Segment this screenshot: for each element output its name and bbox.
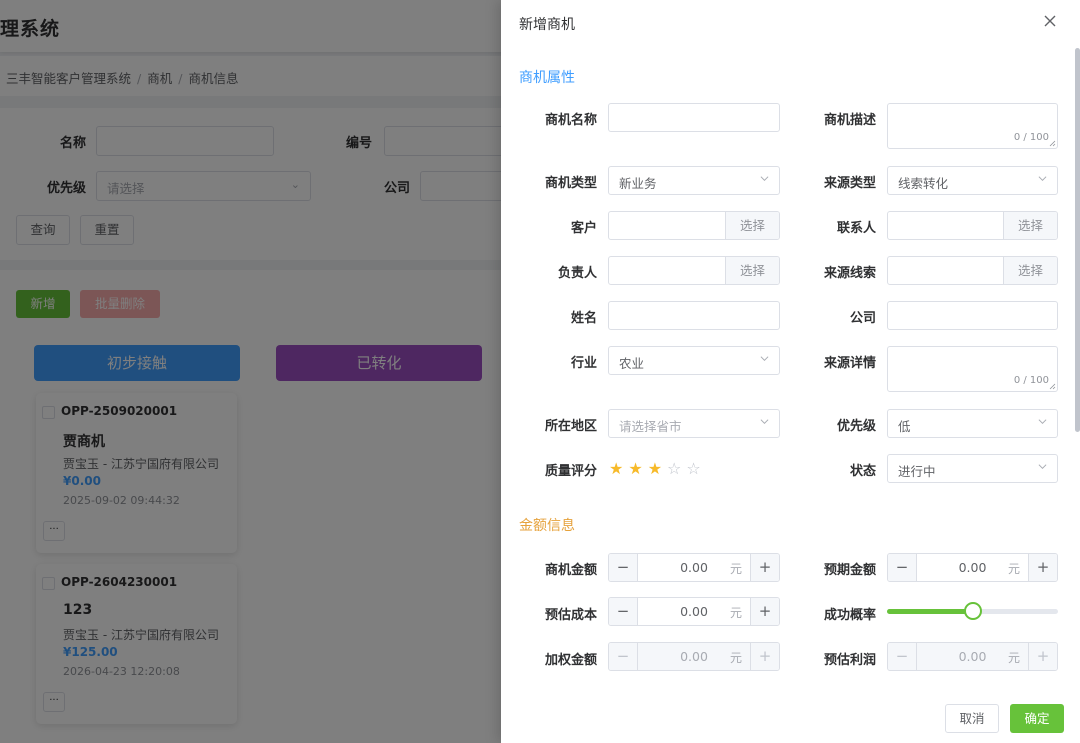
company-input[interactable] xyxy=(887,301,1058,330)
unit-label: 元 xyxy=(729,606,742,620)
customer-label: 客户 xyxy=(570,221,597,236)
close-icon[interactable] xyxy=(1041,12,1059,30)
unit-label: 元 xyxy=(1007,562,1020,576)
chevron-down-icon xyxy=(760,356,769,362)
contact-label: 联系人 xyxy=(836,221,876,236)
est-profit-label: 预估利润 xyxy=(823,653,876,668)
source-lead-label: 来源线索 xyxy=(823,266,876,281)
chevron-down-icon xyxy=(1038,464,1047,470)
opp-type-label: 商机类型 xyxy=(544,176,597,191)
source-type-value: 线索转化 xyxy=(898,176,949,191)
owner-select-button[interactable]: 选择 xyxy=(725,257,779,284)
source-type-label: 来源类型 xyxy=(823,176,876,191)
cancel-button[interactable]: 取消 xyxy=(945,704,999,733)
source-lead-select-button[interactable]: 选择 xyxy=(1003,257,1057,284)
increment-button[interactable]: + xyxy=(750,598,779,625)
chevron-down-icon xyxy=(760,176,769,182)
decrement-button[interactable]: − xyxy=(609,598,638,625)
unit-label: 元 xyxy=(1007,651,1020,665)
resize-grip-icon[interactable] xyxy=(1049,383,1056,390)
region-label: 所在地区 xyxy=(544,419,597,434)
chevron-down-icon xyxy=(760,419,769,425)
star-filled-icon[interactable]: ★ xyxy=(648,459,667,478)
increment-button: + xyxy=(750,643,779,670)
success-rate-slider[interactable] xyxy=(887,602,1058,620)
weighted-amount-label: 加权金额 xyxy=(544,653,597,668)
star-filled-icon[interactable]: ★ xyxy=(609,459,628,478)
expected-amount-label: 预期金额 xyxy=(823,563,876,578)
opp-name-input[interactable] xyxy=(608,103,780,132)
contact-picker[interactable]: 选择 xyxy=(887,211,1058,240)
est-cost-label: 预估成本 xyxy=(544,608,597,623)
priority-value: 低 xyxy=(898,419,911,434)
customer-picker[interactable]: 选择 xyxy=(608,211,780,240)
industry-value: 农业 xyxy=(619,356,645,371)
region-placeholder: 请选择省市 xyxy=(619,419,682,434)
star-filled-icon[interactable]: ★ xyxy=(628,459,647,478)
chevron-down-icon xyxy=(1038,176,1047,182)
confirm-button[interactable]: 确定 xyxy=(1010,704,1064,733)
priority-select[interactable]: 低 xyxy=(887,409,1058,438)
scrollbar[interactable] xyxy=(1075,48,1080,432)
resize-grip-icon[interactable] xyxy=(1049,140,1056,147)
company-label: 公司 xyxy=(849,311,876,326)
quality-label: 质量评分 xyxy=(544,464,597,479)
status-value: 进行中 xyxy=(898,464,936,479)
success-rate-label: 成功概率 xyxy=(823,608,876,623)
opp-name-label: 商机名称 xyxy=(544,113,597,128)
expected-amount-input[interactable]: − 0.00 元 + xyxy=(887,553,1058,582)
opp-amount-label: 商机金额 xyxy=(544,563,597,578)
drawer-title: 新增商机 xyxy=(519,17,575,33)
char-counter: 0 / 100 xyxy=(1013,375,1049,386)
contact-select-button[interactable]: 选择 xyxy=(1003,212,1057,239)
decrement-button[interactable]: − xyxy=(888,554,917,581)
star-empty-icon[interactable]: ☆ xyxy=(686,459,705,478)
status-select[interactable]: 进行中 xyxy=(887,454,1058,483)
customer-select-button[interactable]: 选择 xyxy=(725,212,779,239)
est-cost-input[interactable]: − 0.00 元 + xyxy=(608,597,780,626)
industry-select[interactable]: 农业 xyxy=(608,346,780,375)
status-label: 状态 xyxy=(849,464,876,479)
section-title-amount: 金额信息 xyxy=(519,518,575,534)
source-type-select[interactable]: 线索转化 xyxy=(887,166,1058,195)
industry-label: 行业 xyxy=(570,356,597,371)
opp-amount-input[interactable]: − 0.00 元 + xyxy=(608,553,780,582)
increment-button[interactable]: + xyxy=(750,554,779,581)
slider-fill xyxy=(887,609,973,614)
weighted-amount-input: − 0.00 元 + xyxy=(608,642,780,671)
region-select[interactable]: 请选择省市 xyxy=(608,409,780,438)
unit-label: 元 xyxy=(729,562,742,576)
quality-rating[interactable]: ★★★☆☆ xyxy=(609,459,706,478)
increment-button[interactable]: + xyxy=(1028,554,1057,581)
source-lead-picker[interactable]: 选择 xyxy=(887,256,1058,285)
owner-picker[interactable]: 选择 xyxy=(608,256,780,285)
opp-desc-textarea[interactable]: 0 / 100 xyxy=(887,103,1058,149)
opp-type-select[interactable]: 新业务 xyxy=(608,166,780,195)
owner-label: 负责人 xyxy=(557,266,597,281)
source-detail-label: 来源详情 xyxy=(823,356,876,371)
unit-label: 元 xyxy=(729,651,742,665)
slider-thumb[interactable] xyxy=(963,602,982,620)
decrement-button[interactable]: − xyxy=(609,554,638,581)
opp-desc-label: 商机描述 xyxy=(823,113,876,128)
person-name-label: 姓名 xyxy=(570,311,597,326)
char-counter: 0 / 100 xyxy=(1013,132,1049,143)
star-empty-icon[interactable]: ☆ xyxy=(667,459,686,478)
increment-button: + xyxy=(1028,643,1057,670)
decrement-button: − xyxy=(609,643,638,670)
add-opportunity-drawer: 新增商机 商机属性 商机名称 商机描述 0 / 100 商机类型 新业务 来源类… xyxy=(501,0,1080,743)
opp-type-value: 新业务 xyxy=(619,176,657,191)
section-title-attributes: 商机属性 xyxy=(519,70,575,86)
priority-label: 优先级 xyxy=(836,419,876,434)
chevron-down-icon xyxy=(1038,419,1047,425)
person-name-input[interactable] xyxy=(608,301,780,330)
source-detail-textarea[interactable]: 0 / 100 xyxy=(887,346,1058,392)
est-profit-input: − 0.00 元 + xyxy=(887,642,1058,671)
decrement-button: − xyxy=(888,643,917,670)
